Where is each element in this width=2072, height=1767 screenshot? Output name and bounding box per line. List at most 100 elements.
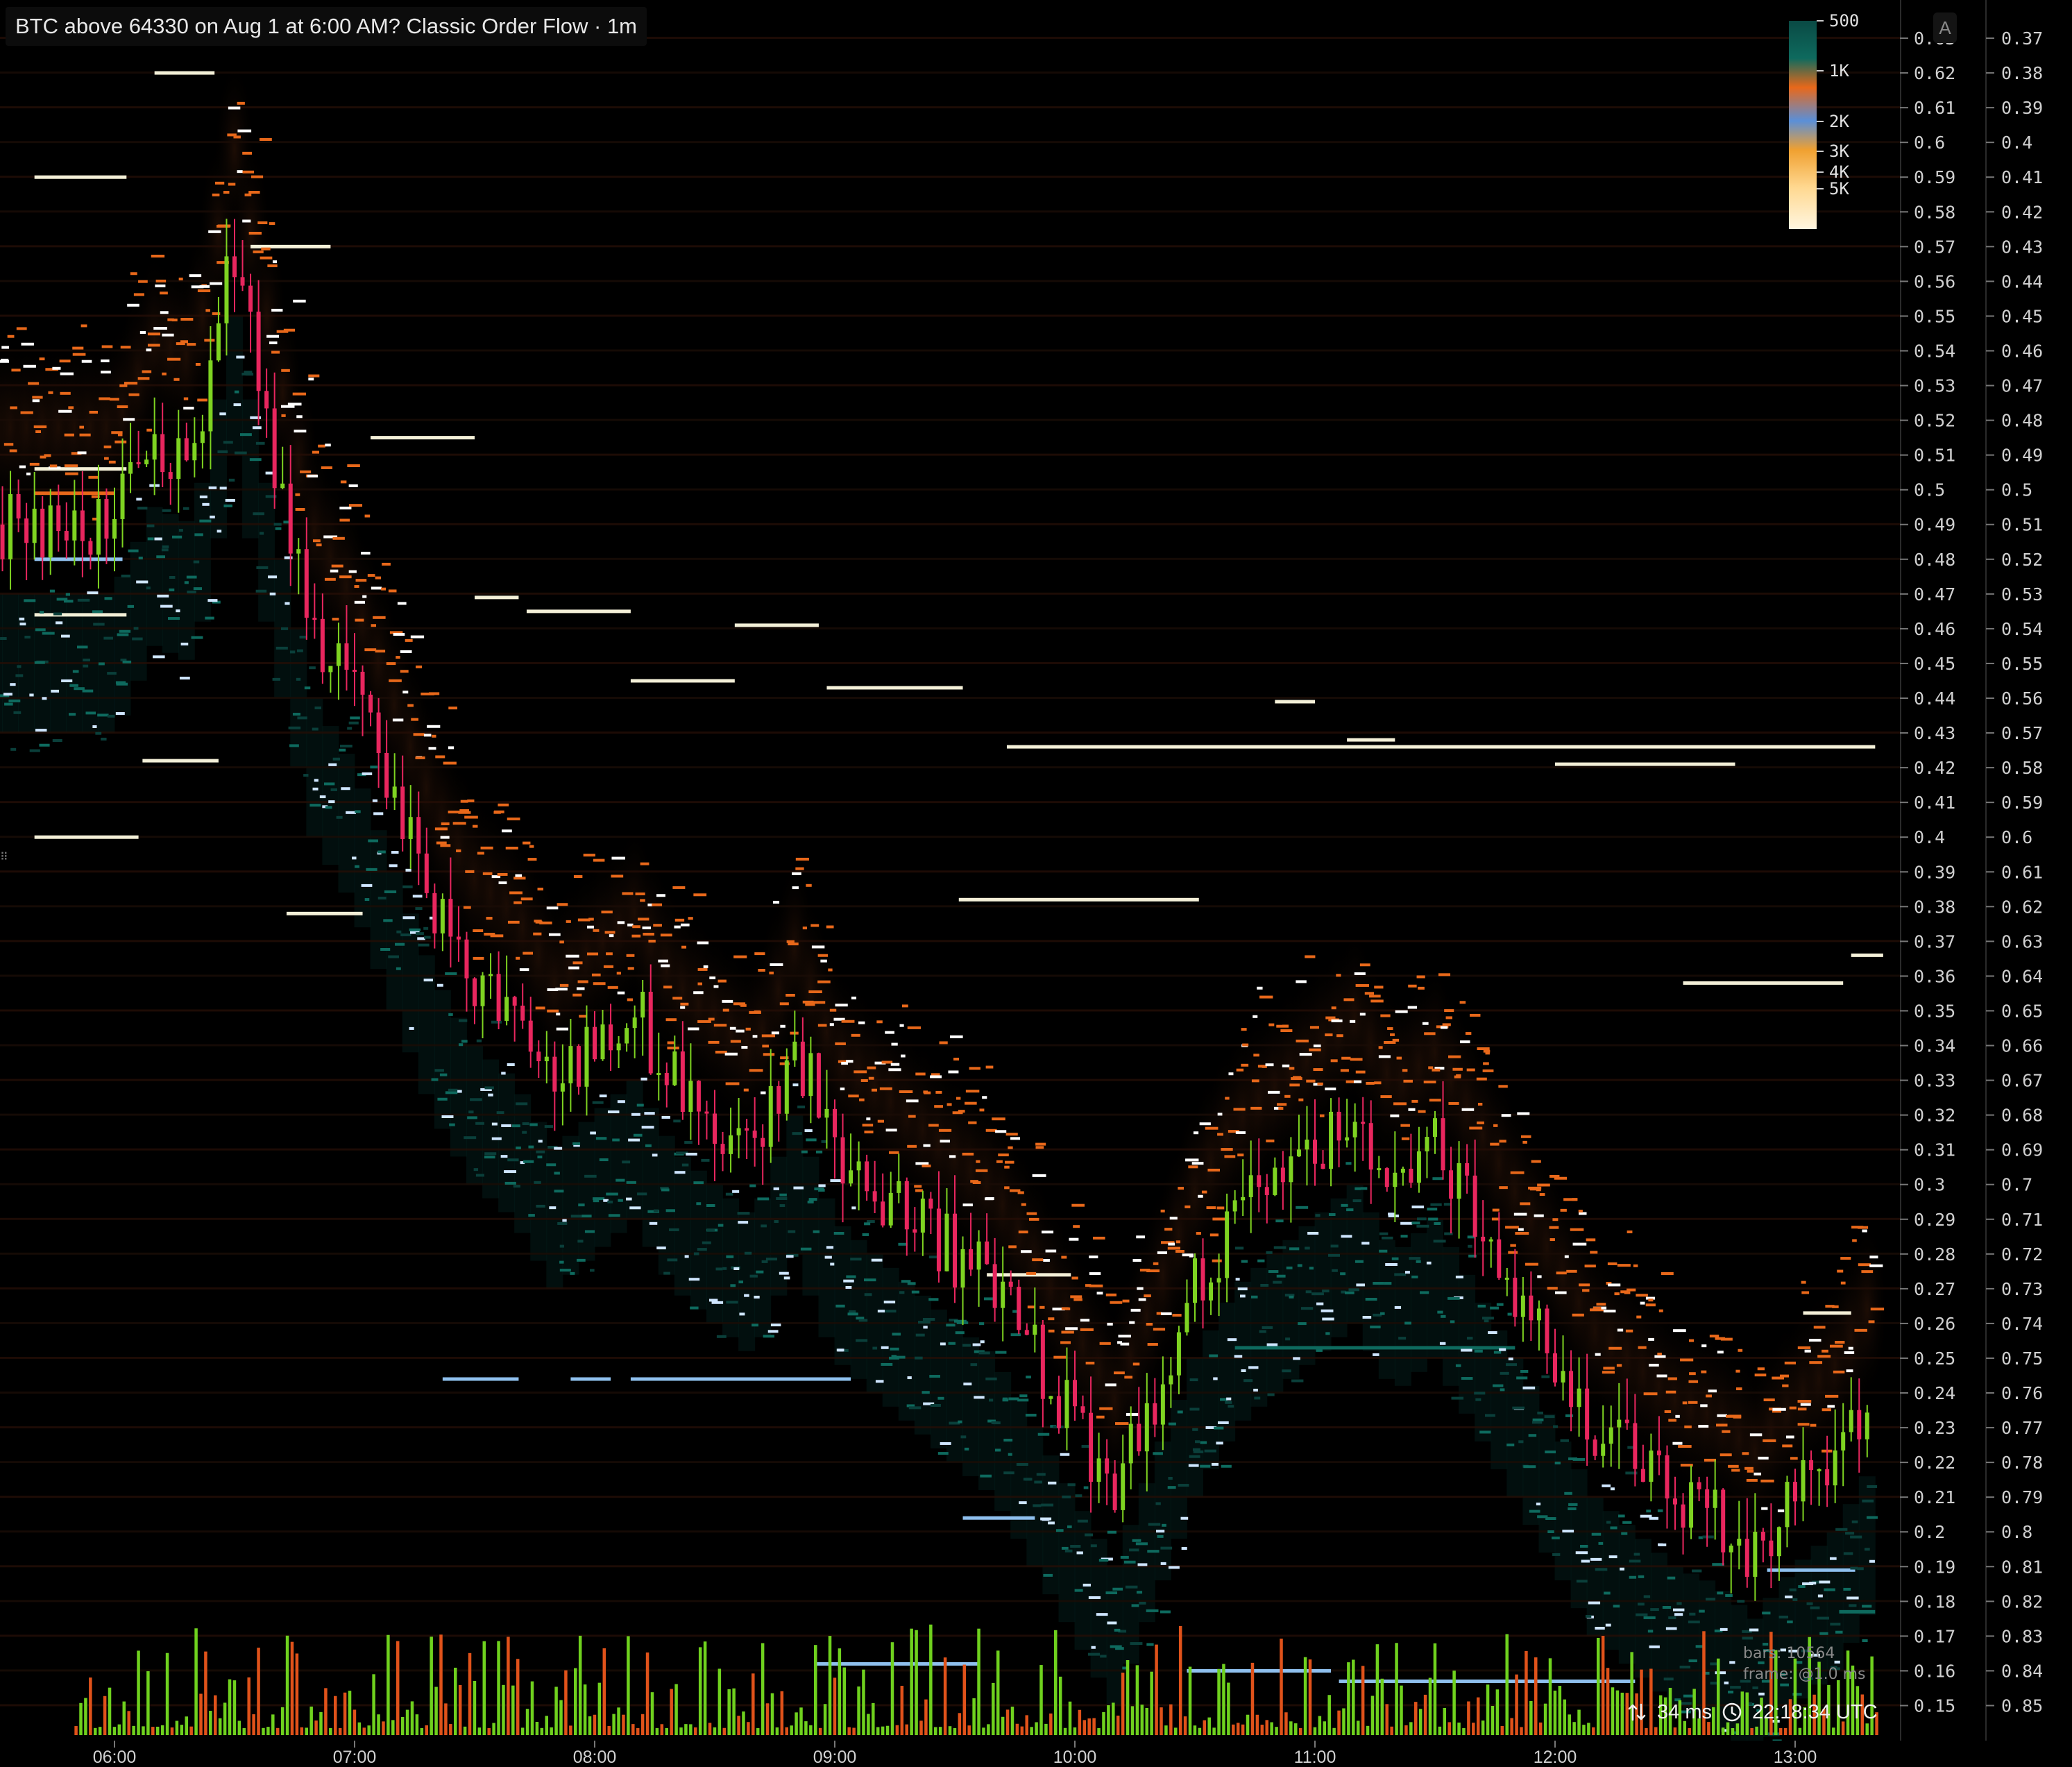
ask-print [1593,1306,1602,1310]
bid-print [992,1421,1001,1425]
bid-print [491,1020,502,1024]
bid-print [1719,1628,1728,1631]
bid-print [1273,1280,1282,1284]
bid-print [292,713,301,716]
ask-print [123,418,135,421]
bid-print [1575,1551,1588,1555]
volume-bar [1423,1694,1427,1735]
candle-body [953,1213,957,1288]
resting-order-line [371,436,475,440]
bid-print [1864,1548,1870,1551]
render-stats: bars: 10564 frame: @1.0 ms [1743,1643,1866,1685]
bid-print [883,1301,896,1304]
bid-print [239,433,252,437]
ask-print [915,1189,923,1192]
resting-order-line [1803,1311,1851,1315]
candle-body [672,1051,677,1085]
ask-print [498,881,507,885]
ask-print [1572,1242,1587,1246]
ask-print [1027,1305,1035,1309]
ask-print [153,327,167,330]
resting-order-line [1839,1609,1876,1614]
bid-print [250,416,261,419]
volume-bar [857,1686,860,1735]
ask-print [1747,1469,1754,1473]
ask-print [146,348,152,352]
ask-print [339,518,350,522]
ask-print [1359,963,1370,967]
bid-print [1629,1559,1641,1563]
bid-print [160,604,173,608]
bid-print [72,670,79,673]
resting-order-line [154,71,215,75]
bid-print [881,1362,893,1366]
candle-body [1857,1410,1862,1439]
candle-body [568,1046,573,1083]
ask-print [1167,1246,1180,1250]
ask-print [456,849,461,852]
ask-print [1498,1085,1508,1088]
ask-print [1096,1292,1103,1295]
ask-print [1673,1329,1686,1333]
bid-print [1200,1441,1207,1444]
ask-print [1603,1367,1615,1370]
volume-bar [502,1684,505,1735]
volume-bar [1548,1658,1552,1735]
volume-bar [1553,1690,1557,1735]
ask-print [965,1101,977,1105]
ask-print [7,335,15,338]
bid-print [955,1331,965,1335]
bid-print [461,1040,468,1043]
volume-bar [1337,1710,1341,1735]
volume-bar [1150,1671,1153,1735]
ask-print [1093,1236,1105,1240]
bid-print [178,529,183,532]
ask-print [1797,1407,1807,1411]
bid-print [629,1206,641,1210]
volume-bar [1476,1697,1480,1735]
bid-print [1512,1406,1525,1410]
orderflow-chart[interactable]: 0.630.370.620.380.610.390.60.40.590.410.… [0,0,2072,1767]
bid-print [738,1280,744,1284]
bid-print [1621,1532,1628,1535]
bid-print [1824,1588,1835,1591]
ask-print [1825,1394,1839,1398]
ask-print [899,1024,904,1027]
ask-print [1801,1291,1810,1294]
ask-print [617,991,625,995]
volume-bar [1404,1725,1408,1735]
bid-print [52,738,62,742]
bid-print [1493,1351,1502,1354]
bid-print [528,1214,535,1217]
y-right-tick-label: 0.62 [2001,897,2043,917]
ask-print [703,965,708,968]
bid-print [554,1147,563,1150]
bid-print [1552,1536,1560,1539]
ask-print [1296,1039,1309,1042]
autoscale-button[interactable]: A [1933,12,1957,43]
candle-body [729,1135,733,1154]
drag-handle-icon[interactable]: ⠿ [0,849,8,866]
ask-print [969,1067,980,1070]
ask-print [548,933,561,936]
ask-print [559,940,564,944]
volume-bar [1673,1727,1677,1735]
bid-print [773,1187,779,1190]
bid-print [1105,1591,1117,1595]
ask-print [189,274,202,278]
bid-print [458,1043,464,1047]
legend-colorbar [1789,21,1817,229]
bid-print [1192,1428,1198,1431]
ask-print [1129,1321,1135,1324]
ask-print [1026,1271,1037,1275]
candle-body [800,1041,805,1097]
candle-body [473,978,477,1006]
ask-print [1289,1067,1295,1070]
volume-bar [645,1652,649,1735]
bid-print [1148,1523,1161,1526]
ask-print [1008,1245,1017,1249]
volume-bar [420,1728,424,1735]
bid-print [636,1104,644,1107]
bid-print [423,979,433,982]
volume-bar [885,1725,890,1735]
